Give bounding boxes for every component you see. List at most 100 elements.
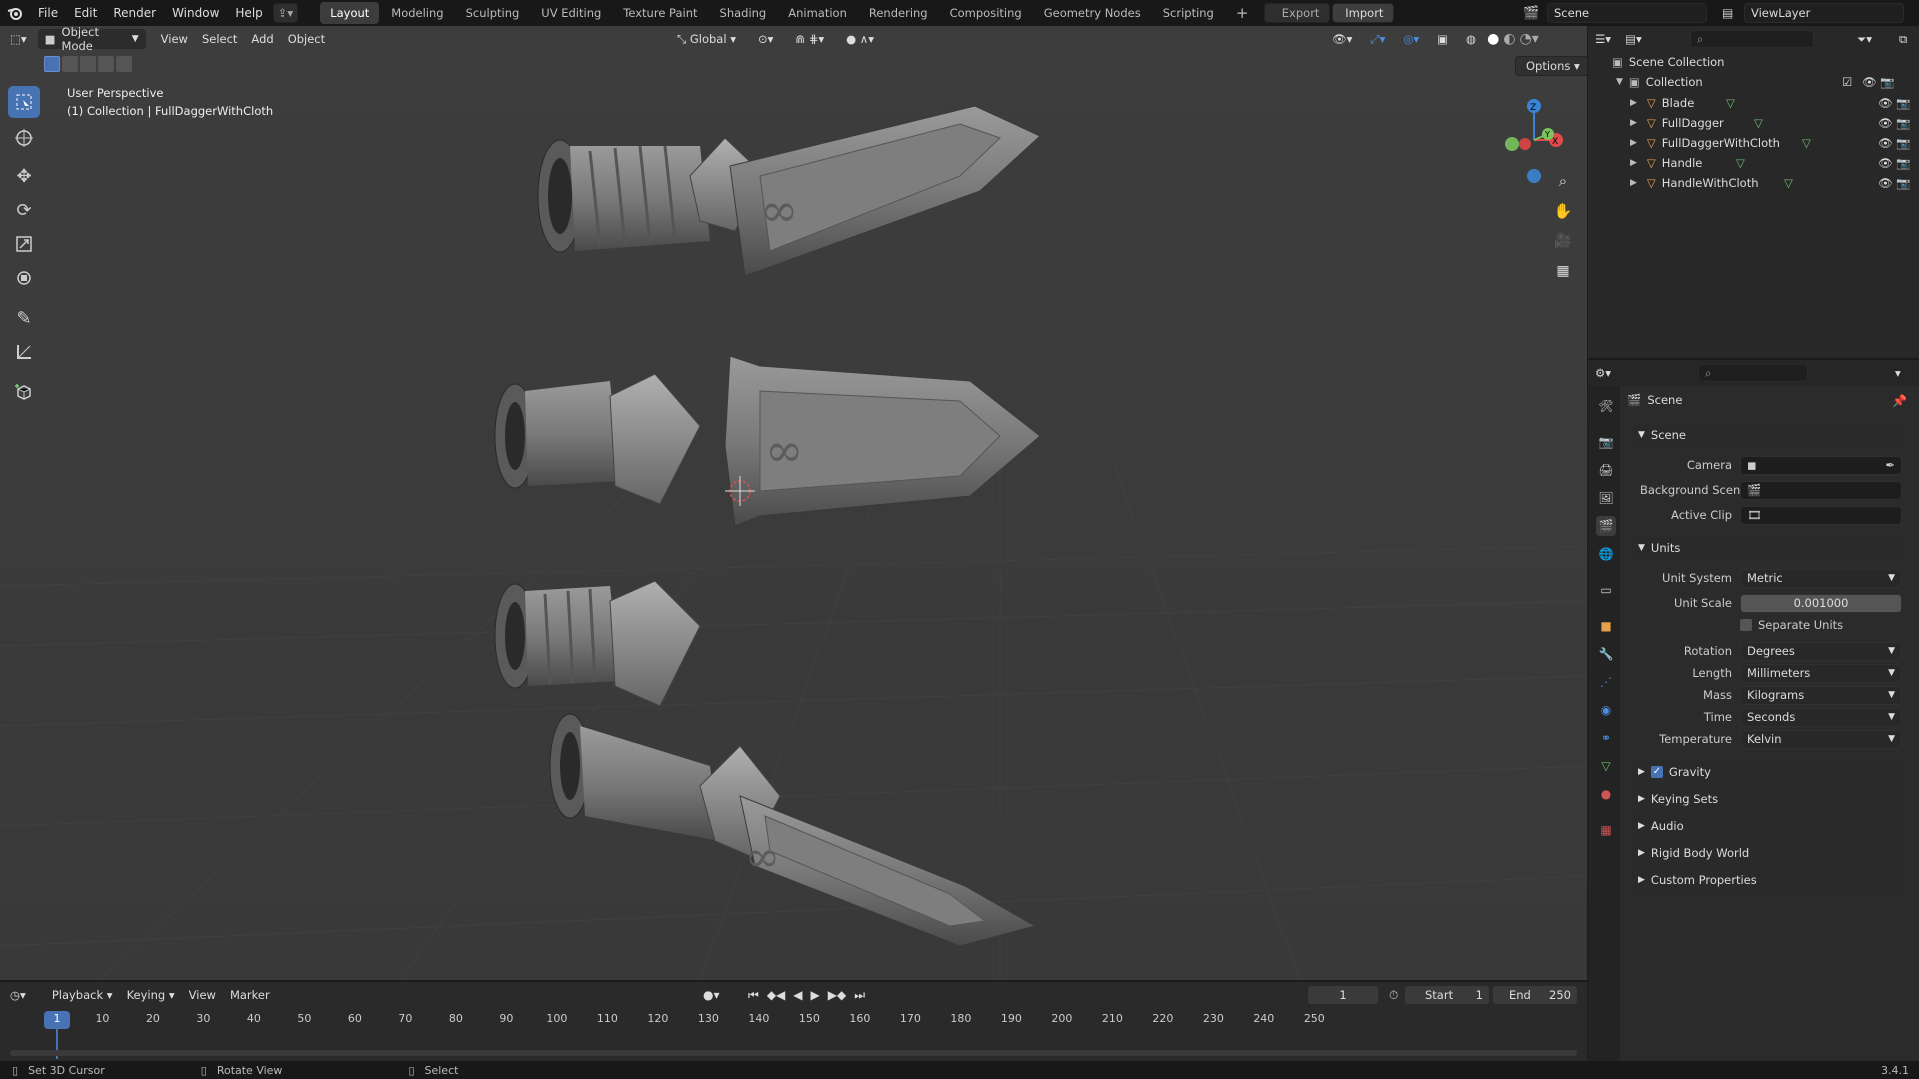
visibility-icon[interactable]: 👁▾ bbox=[1325, 32, 1359, 46]
measure-tool[interactable] bbox=[8, 336, 40, 368]
menu-add[interactable]: Add bbox=[244, 32, 280, 46]
add-workspace-icon[interactable]: + bbox=[1226, 2, 1259, 24]
new-collection-icon[interactable]: ⧉ bbox=[1892, 32, 1914, 47]
jump-end-icon[interactable]: ⏭ bbox=[854, 988, 865, 1003]
select-new-icon[interactable] bbox=[44, 56, 60, 72]
menu-help[interactable]: Help bbox=[227, 0, 270, 26]
solid-shading-icon[interactable]: ● bbox=[1487, 31, 1499, 47]
jump-start-icon[interactable]: ⏮ bbox=[748, 988, 759, 1003]
menu-playback[interactable]: Playback ▾ bbox=[45, 988, 120, 1002]
scene-props-icon[interactable]: 🎬 bbox=[1596, 516, 1616, 536]
exclude-checkbox[interactable]: ☑ bbox=[1842, 75, 1852, 89]
overlay-icon[interactable]: ◎▾ bbox=[1396, 32, 1426, 46]
outliner-item-fulldagger[interactable]: ▶ ▽ FullDagger ▽ 👁 📷 bbox=[1630, 113, 1910, 133]
next-keyframe-icon[interactable]: ▶◆ bbox=[828, 988, 846, 1003]
separate-units-checkbox[interactable] bbox=[1740, 619, 1752, 631]
active-clip-field[interactable]: 🎞 bbox=[1740, 505, 1902, 525]
mesh-data-icon[interactable]: ▽ bbox=[1784, 176, 1793, 190]
menu-file[interactable]: File bbox=[30, 0, 66, 26]
select-intersect-icon[interactable] bbox=[116, 56, 132, 72]
view-layer-props-icon[interactable]: 🖼 bbox=[1596, 488, 1616, 508]
camera-view-icon[interactable]: 🎥 bbox=[1551, 229, 1575, 253]
menu-edit[interactable]: Edit bbox=[66, 0, 105, 26]
camera-field[interactable]: ◼ ✒ bbox=[1740, 455, 1902, 475]
mesh-data-icon[interactable]: ▽ bbox=[1726, 96, 1735, 110]
rigid-body-world-panel-header[interactable]: ▶ Rigid Body World bbox=[1630, 841, 1905, 865]
keying-sets-panel-header[interactable]: ▶ Keying Sets bbox=[1630, 787, 1905, 811]
tab-layout[interactable]: Layout bbox=[320, 2, 380, 24]
rotation-dropdown[interactable]: Degrees ▼ bbox=[1740, 641, 1902, 661]
camera-render-icon[interactable]: 📷 bbox=[1896, 156, 1910, 170]
modifier-props-icon[interactable]: 🔧 bbox=[1596, 644, 1616, 664]
time-dropdown[interactable]: Seconds ▼ bbox=[1740, 707, 1902, 727]
current-frame-field[interactable]: 1 bbox=[1307, 985, 1379, 1005]
select-subtract-icon[interactable] bbox=[80, 56, 96, 72]
import-button[interactable]: Import bbox=[1332, 3, 1395, 23]
annotate-tool[interactable]: ✎ bbox=[8, 302, 40, 334]
object-props-icon[interactable]: ■ bbox=[1596, 616, 1616, 636]
unit-system-dropdown[interactable]: Metric ▼ bbox=[1740, 568, 1902, 588]
mesh-data-icon[interactable]: ▽ bbox=[1802, 136, 1811, 150]
mass-dropdown[interactable]: Kilograms ▼ bbox=[1740, 685, 1902, 705]
custom-properties-panel-header[interactable]: ▶ Custom Properties bbox=[1630, 868, 1905, 892]
scene-icon[interactable]: 🎬 bbox=[1523, 6, 1547, 21]
menu-select[interactable]: Select bbox=[195, 32, 244, 46]
camera-render-icon[interactable]: 📷 bbox=[1896, 116, 1910, 130]
move-tool[interactable]: ✥ bbox=[8, 160, 40, 192]
select-extend-icon[interactable] bbox=[62, 56, 78, 72]
end-frame-field[interactable]: End 250 bbox=[1492, 985, 1578, 1005]
camera-render-icon[interactable]: 📷 bbox=[1896, 176, 1910, 190]
editor-type-icon[interactable]: ⬚▾ bbox=[0, 32, 34, 46]
gravity-checkbox[interactable]: ✓ bbox=[1650, 766, 1663, 778]
units-panel-header[interactable]: ▼ Units bbox=[1630, 536, 1905, 560]
outliner-collection[interactable]: ▼ ▣ Collection ☑ 👁 📷 bbox=[1616, 72, 1916, 92]
stopwatch-icon[interactable]: ⏱ bbox=[1389, 988, 1398, 1003]
outliner-item-handle[interactable]: ▶ ▽ Handle ▽ 👁 📷 bbox=[1630, 153, 1910, 173]
filter-icon[interactable]: ⏷▾ bbox=[1850, 32, 1879, 47]
blender-logo-icon[interactable] bbox=[0, 5, 30, 21]
physics-props-icon[interactable]: ◉ bbox=[1596, 700, 1616, 720]
viewlayer-icon[interactable]: ▤ bbox=[1722, 6, 1744, 20]
outliner-item-handlewithcloth[interactable]: ▶ ▽ HandleWithCloth ▽ 👁 📷 bbox=[1630, 173, 1910, 193]
zoom-icon[interactable]: ⌕ bbox=[1551, 169, 1575, 193]
eye-icon[interactable]: 👁 bbox=[1862, 75, 1877, 89]
upload-icon[interactable]: ⇪▾ bbox=[272, 3, 299, 23]
outliner-item-fulldaggerwithcloth[interactable]: ▶ ▽ FullDaggerWithCloth ▽ 👁 📷 bbox=[1630, 133, 1910, 153]
outliner-search-input[interactable]: ⌕ bbox=[1690, 30, 1814, 48]
rendered-shading-icon[interactable]: ◔▾ bbox=[1520, 31, 1539, 47]
viewport-3d[interactable]: ∞ ∞ ∞ ⬚▾ ■ Object Mode ▼ View Select Add… bbox=[0, 26, 1587, 980]
data-props-icon[interactable]: ▽ bbox=[1596, 756, 1616, 776]
tab-compositing[interactable]: Compositing bbox=[940, 2, 1032, 24]
eye-icon[interactable]: 👁 bbox=[1878, 136, 1893, 150]
camera-render-icon[interactable]: 📷 bbox=[1896, 96, 1910, 110]
eyedropper-icon[interactable]: ✒ bbox=[1885, 458, 1895, 472]
cursor-tool[interactable] bbox=[8, 122, 40, 154]
start-frame-field[interactable]: Start 1 bbox=[1404, 985, 1490, 1005]
pin-icon[interactable]: 📌 bbox=[1892, 394, 1907, 408]
menu-object[interactable]: Object bbox=[281, 32, 332, 46]
tab-animation[interactable]: Animation bbox=[778, 2, 857, 24]
material-props-icon[interactable]: ● bbox=[1596, 784, 1616, 804]
tool-props-icon[interactable]: 🛠 bbox=[1596, 396, 1616, 416]
material-shading-icon[interactable]: ◐ bbox=[1503, 31, 1515, 47]
tab-rendering[interactable]: Rendering bbox=[859, 2, 938, 24]
tab-uv-editing[interactable]: UV Editing bbox=[531, 2, 611, 24]
menu-marker[interactable]: Marker bbox=[223, 988, 277, 1002]
rotate-tool[interactable]: ⟳ bbox=[8, 194, 40, 226]
expand-arrow-icon[interactable]: ▶ bbox=[1630, 138, 1637, 148]
outliner-item-blade[interactable]: ▶ ▽ Blade ▽ 👁 📷 bbox=[1630, 93, 1910, 113]
menu-timeline-view[interactable]: View bbox=[182, 988, 223, 1002]
scene-selector[interactable]: Scene bbox=[1547, 3, 1707, 23]
menu-keying[interactable]: Keying ▾ bbox=[120, 988, 182, 1002]
world-props-icon[interactable]: 🌐 bbox=[1596, 544, 1616, 564]
expand-arrow-icon[interactable]: ▶ bbox=[1630, 118, 1637, 128]
menu-view[interactable]: View bbox=[154, 32, 195, 46]
length-dropdown[interactable]: Millimeters ▼ bbox=[1740, 663, 1902, 683]
tab-texture-paint[interactable]: Texture Paint bbox=[613, 2, 707, 24]
transform-tool[interactable] bbox=[8, 262, 40, 294]
pan-hand-icon[interactable]: ✋ bbox=[1551, 199, 1575, 223]
tab-modeling[interactable]: Modeling bbox=[381, 2, 453, 24]
mesh-data-icon[interactable]: ▽ bbox=[1754, 116, 1763, 130]
play-icon[interactable]: ▶ bbox=[811, 988, 820, 1003]
viewlayer-selector[interactable]: ViewLayer bbox=[1744, 3, 1904, 23]
